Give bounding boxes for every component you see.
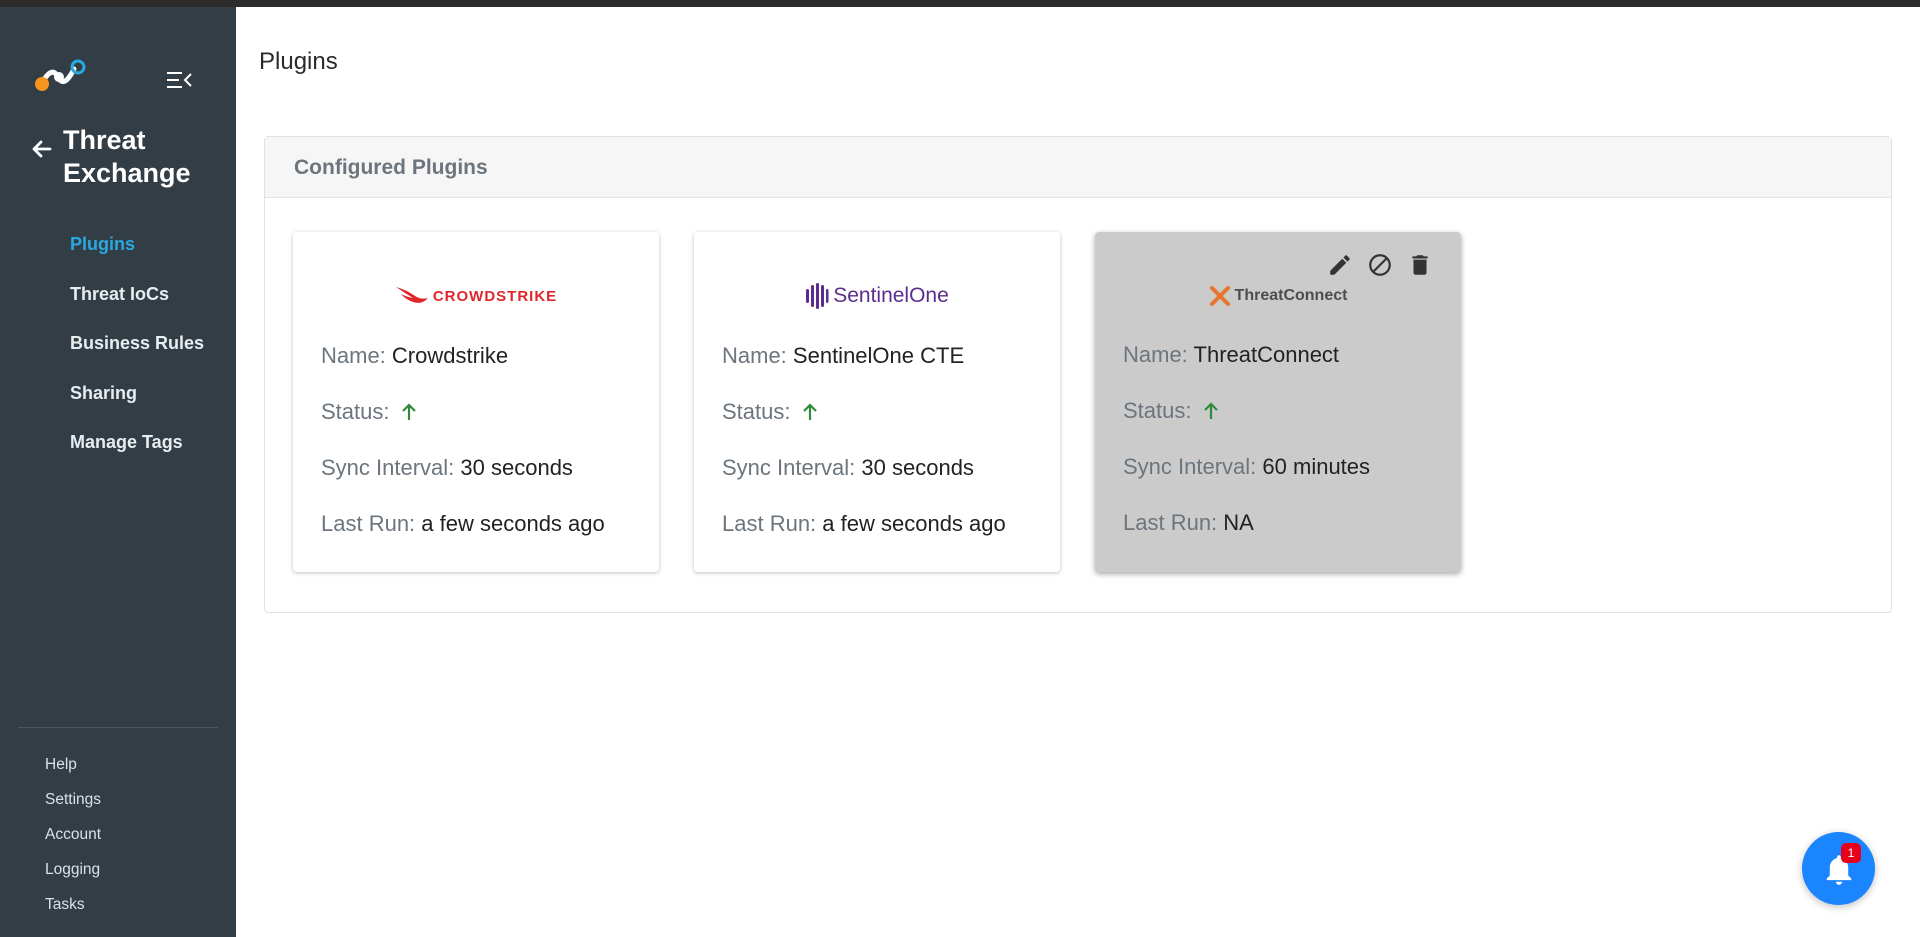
last-run-value: a few seconds ago [421,511,605,536]
status-up-arrow-icon [401,403,416,420]
sync-interval-label: Sync Interval: [321,455,455,480]
plugin-name-value: SentinelOne CTE [792,343,965,368]
section-title-line2: Exchange [63,158,191,188]
status-label: Status: [722,399,791,424]
sync-interval-value: 30 seconds [861,455,974,480]
plugin-name-value: Crowdstrike [391,343,509,368]
card-actions [1327,252,1433,278]
panel-title: Configured Plugins [265,137,1891,198]
sync-interval-label: Sync Interval: [1123,454,1257,479]
sidebar-item-threat-iocs[interactable]: Threat IoCs [70,279,204,329]
footer-item-settings[interactable]: Settings [45,787,101,822]
sentinelone-logo-text: SentinelOne [833,284,949,307]
sentinelone-mark-icon [806,283,829,309]
name-label: Name: [321,343,386,368]
footer-item-account[interactable]: Account [45,822,101,857]
plugin-status-row: Status: [321,399,418,425]
sync-interval-value: 60 minutes [1262,454,1371,479]
sidebar-footer-nav: Help Settings Account Logging Tasks [45,752,101,927]
notification-count-badge: 1 [1841,843,1861,863]
plugin-status-row: Status: [1123,398,1220,424]
collapse-sidebar-icon[interactable] [166,69,192,91]
sidebar-nav: Plugins Threat IoCs Business Rules Shari… [70,229,204,477]
edit-icon[interactable] [1327,252,1353,278]
last-run-label: Last Run: [1123,510,1218,535]
crowdstrike-logo-text: CROWDSTRIKE [432,287,558,305]
plugin-sync-row: Sync Interval: 30 seconds [722,455,974,481]
sidebar-item-business-rules[interactable]: Business Rules [70,328,204,378]
app-logo[interactable] [34,55,90,95]
status-up-arrow-icon [1203,402,1218,419]
main-content: Plugins Configured Plugins CROWDSTRIKE N… [236,7,1920,937]
status-label: Status: [321,399,390,424]
sync-interval-label: Sync Interval: [722,455,856,480]
plugin-last-run-row: Last Run: NA [1123,510,1254,536]
plugin-sync-row: Sync Interval: 30 seconds [321,455,573,481]
back-arrow-icon[interactable] [30,137,54,161]
status-label: Status: [1123,398,1192,423]
window-top-bar [0,0,1920,7]
status-up-arrow-icon [802,403,817,420]
section-title: Threat Exchange [63,124,191,190]
plugin-card-threatconnect[interactable]: ThreatConnect Name: ThreatConnect Status… [1095,232,1461,572]
crowdstrike-logo: CROWDSTRIKE [293,278,659,314]
last-run-value: a few seconds ago [822,511,1006,536]
threatconnect-logo: ThreatConnect [1095,278,1461,314]
plugin-last-run-row: Last Run: a few seconds ago [722,511,1006,537]
plugin-card-crowdstrike[interactable]: CROWDSTRIKE Name: Crowdstrike Status: Sy… [293,232,659,572]
plugin-status-row: Status: [722,399,819,425]
sidebar-item-sharing[interactable]: Sharing [70,378,204,428]
threatconnect-logo-text: ThreatConnect [1234,287,1348,304]
crowdstrike-falcon-icon [395,287,428,303]
delete-icon[interactable] [1407,252,1433,278]
plugin-name-value: ThreatConnect [1193,342,1340,367]
sidebar-divider [18,727,218,728]
footer-item-tasks[interactable]: Tasks [45,892,101,927]
disable-icon[interactable] [1367,252,1393,278]
section-title-line1: Threat [63,125,146,155]
footer-item-help[interactable]: Help [45,752,101,787]
last-run-label: Last Run: [321,511,416,536]
sidebar: Threat Exchange Plugins Threat IoCs Busi… [0,7,236,937]
last-run-label: Last Run: [722,511,817,536]
footer-item-logging[interactable]: Logging [45,857,101,892]
sidebar-item-manage-tags[interactable]: Manage Tags [70,427,204,477]
plugin-name-row: Name: ThreatConnect [1123,342,1339,368]
name-label: Name: [722,343,787,368]
sentinelone-logo: SentinelOne [694,278,1060,314]
sidebar-item-plugins[interactable]: Plugins [70,229,204,279]
plugin-last-run-row: Last Run: a few seconds ago [321,511,605,537]
plugin-card-sentinelone[interactable]: SentinelOne Name: SentinelOne CTE Status… [694,232,1060,572]
plugin-name-row: Name: Crowdstrike [321,343,508,369]
page-title: Plugins [259,48,338,75]
last-run-value: NA [1223,510,1254,535]
sync-interval-value: 30 seconds [460,455,573,480]
plugin-sync-row: Sync Interval: 60 minutes [1123,454,1370,480]
name-label: Name: [1123,342,1188,367]
plugin-name-row: Name: SentinelOne CTE [722,343,964,369]
notifications-button[interactable]: 1 [1802,832,1875,905]
configured-plugins-panel: Configured Plugins CROWDSTRIKE Name: Cro… [264,136,1892,613]
threatconnect-mark-icon [1209,286,1230,306]
